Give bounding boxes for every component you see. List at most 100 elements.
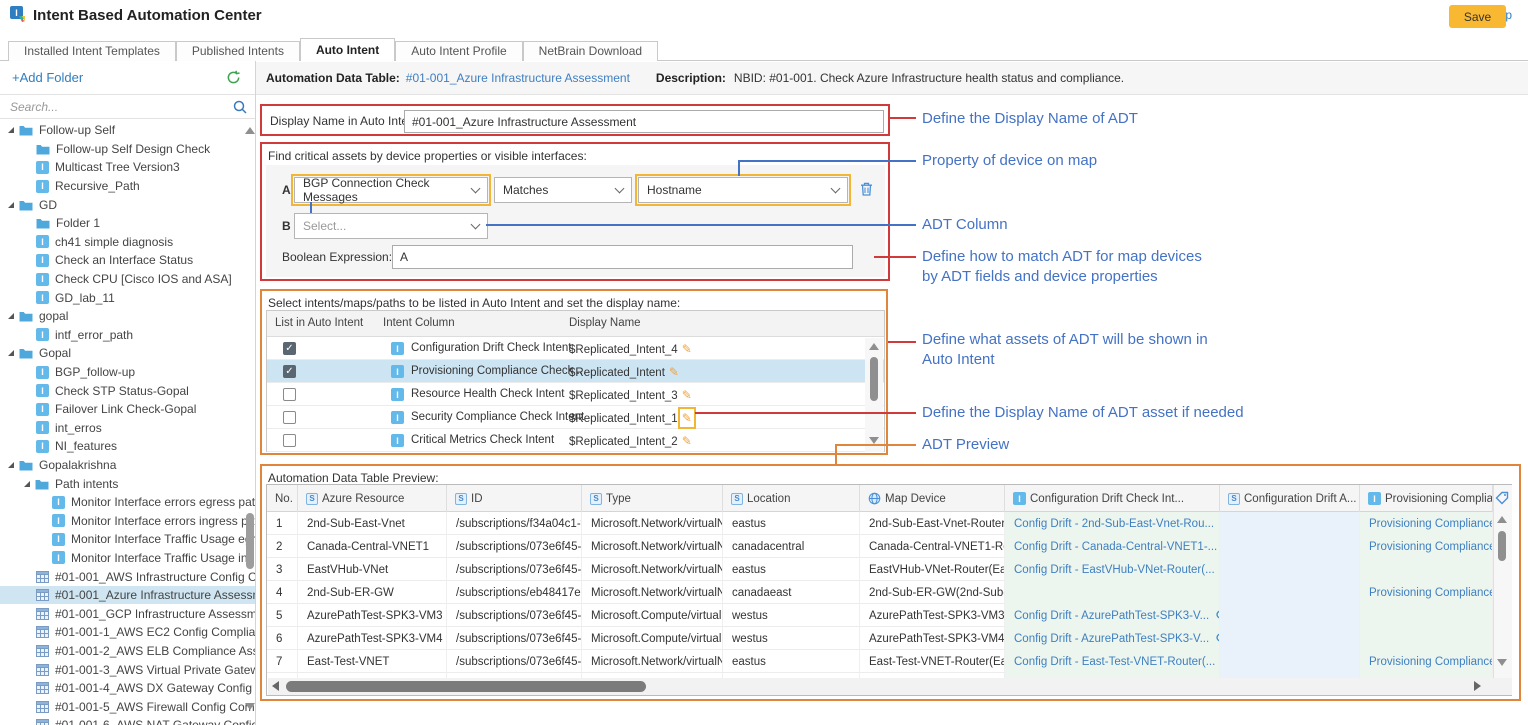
expanded-arrow-icon[interactable] — [8, 313, 14, 319]
search-input[interactable] — [0, 95, 225, 118]
intent-row[interactable]: ✓IProvisioning Compliance Check ...$Repl… — [267, 360, 884, 383]
tree-item[interactable]: IGD_lab_11 — [0, 288, 255, 307]
config-drift-link[interactable]: Config Drift - EastVHub-VNet-Router(... — [1014, 564, 1215, 576]
tree-item[interactable]: IMonitor Interface Traffic Usage ingress… — [0, 549, 255, 568]
config-drift-link[interactable]: Config Drift - East-Test-VNET-Router(... — [1014, 656, 1215, 668]
adt-name-link[interactable]: #01-001_Azure Infrastructure Assessment — [406, 71, 630, 85]
list-in-auto-intent-checkbox[interactable]: ✓ — [283, 365, 296, 378]
display-name-input[interactable] — [404, 110, 884, 133]
preview-column-header[interactable]: SID — [447, 485, 582, 512]
tree-item[interactable]: ICheck an Interface Status — [0, 251, 255, 270]
provisioning-compliance-link[interactable]: Provisioning Compliance - 2nd-Sub — [1369, 587, 1493, 599]
tab-auto-intent[interactable]: Auto Intent — [300, 38, 395, 61]
tree-item[interactable]: #01-001-6_AWS NAT Gateway Config Compl..… — [0, 716, 255, 725]
tab-auto-intent-profile[interactable]: Auto Intent Profile — [395, 41, 522, 61]
preview-scrollbar-left[interactable] — [272, 681, 279, 691]
search-icon[interactable] — [233, 100, 247, 117]
config-drift-link[interactable]: Config Drift - AzurePathTest-SPK3-V... — [1014, 610, 1209, 622]
refresh-icon[interactable] — [226, 70, 241, 88]
expanded-arrow-icon[interactable] — [8, 462, 14, 468]
preview-scrollbar-thumb[interactable] — [1498, 531, 1506, 561]
provisioning-compliance-link[interactable]: Provisioning Compliance - East-Test — [1369, 656, 1493, 668]
tree-item[interactable]: IMonitor Interface errors egress path — [0, 493, 255, 512]
config-drift-link[interactable]: Config Drift - 2nd-Sub-East-Vnet-Rou... — [1014, 518, 1214, 530]
add-folder-button[interactable]: +Add Folder — [12, 70, 83, 85]
tab-installed-intent-templates[interactable]: Installed Intent Templates — [8, 41, 176, 61]
tree-item[interactable]: Ich41 simple diagnosis — [0, 233, 255, 252]
list-in-auto-intent-checkbox[interactable] — [283, 411, 296, 424]
preview-column-header[interactable]: Map Device — [860, 485, 1005, 512]
edit-pencil-icon[interactable]: ✎ — [682, 434, 692, 448]
device-property-select[interactable]: Hostname — [638, 177, 848, 203]
expanded-arrow-icon[interactable] — [24, 481, 30, 487]
list-in-auto-intent-checkbox[interactable]: ✓ — [283, 342, 296, 355]
tree-item[interactable]: Follow-up Self Design Check — [0, 140, 255, 159]
sidebar-scrollbar-thumb[interactable] — [246, 513, 254, 569]
tree-item[interactable]: IFailover Link Check-Gopal — [0, 400, 255, 419]
tag-icon[interactable] — [1495, 491, 1509, 508]
tree-item[interactable]: Path intents — [0, 474, 255, 493]
tree-item[interactable]: INI_features — [0, 437, 255, 456]
tree-item[interactable]: #01-001-1_AWS EC2 Config Compliance Ass.… — [0, 623, 255, 642]
intent-scrollbar-down[interactable] — [869, 437, 879, 444]
intent-row[interactable]: IResource Health Check Intent$Replicated… — [267, 383, 884, 406]
tree-item[interactable]: #01-001_GCP Infrastructure Assessment — [0, 604, 255, 623]
tree-item[interactable]: Folder 1 — [0, 214, 255, 233]
edit-pencil-icon[interactable]: ✎ — [682, 342, 692, 356]
tree-item[interactable]: #01-001-5_AWS Firewall Config Compliance… — [0, 697, 255, 716]
intent-row[interactable]: ✓IConfiguration Drift Check Intent$Repli… — [267, 337, 884, 360]
tree-item[interactable]: IRecursive_Path — [0, 177, 255, 196]
provisioning-compliance-link[interactable]: Provisioning Compliance - Canada- — [1369, 541, 1493, 553]
tree-item[interactable]: Iintf_error_path — [0, 326, 255, 345]
tree-item[interactable]: #01-001_AWS Infrastructure Config Compli… — [0, 567, 255, 586]
preview-column-header[interactable]: No. — [267, 485, 298, 512]
tree-item[interactable]: IMonitor Interface errors ingress path — [0, 511, 255, 530]
edit-pencil-icon[interactable]: ✎ — [682, 388, 692, 402]
tree-item[interactable]: #01-001-2_AWS ELB Compliance Assessment — [0, 642, 255, 661]
save-button[interactable]: Save — [1449, 5, 1506, 28]
config-drift-link[interactable]: Config Drift - AzurePathTest-SPK3-V... — [1014, 633, 1209, 645]
tree-item[interactable]: IMulticast Tree Version3 — [0, 158, 255, 177]
sidebar-scrollbar-up[interactable] — [245, 127, 255, 134]
intent-row[interactable]: ISecurity Compliance Check Intent$Replic… — [267, 406, 884, 429]
preview-scrollbar-down[interactable] — [1497, 659, 1507, 666]
tree-item[interactable]: IMonitor Interface Traffic Usage egress … — [0, 530, 255, 549]
expanded-arrow-icon[interactable] — [8, 202, 14, 208]
preview-column-header[interactable]: IConfiguration Drift Check Int... — [1005, 485, 1220, 512]
sidebar-scrollbar-down[interactable] — [245, 703, 255, 710]
list-in-auto-intent-checkbox[interactable] — [283, 388, 296, 401]
tab-published-intents[interactable]: Published Intents — [176, 41, 300, 61]
adt-column-select[interactable]: BGP Connection Check Messages — [294, 177, 488, 203]
tree-item[interactable]: Follow-up Self — [0, 121, 255, 140]
delete-condition-icon[interactable] — [860, 182, 873, 199]
tree-item[interactable]: ICheck CPU [Cisco IOS and ASA] — [0, 270, 255, 289]
tree-item[interactable]: gopal — [0, 307, 255, 326]
preview-column-header[interactable]: SType — [582, 485, 723, 512]
tree-item[interactable]: #01-001-4_AWS DX Gateway Config Compli..… — [0, 679, 255, 698]
config-drift-link[interactable]: Config Drift - Canada-Central-VNET1-... — [1014, 541, 1217, 553]
tree-item[interactable]: Iint_erros — [0, 419, 255, 438]
intent-row[interactable]: ICritical Metrics Check Intent$Replicate… — [267, 429, 884, 452]
provisioning-compliance-link[interactable]: Provisioning Compliance - 2nd-Sub — [1369, 518, 1493, 530]
operator-select[interactable]: Matches — [494, 177, 632, 203]
tree-item[interactable]: ICheck STP Status-Gopal — [0, 381, 255, 400]
edit-pencil-icon[interactable]: ✎ — [669, 365, 679, 379]
tree-item[interactable]: Gopalakrishna — [0, 456, 255, 475]
intent-scrollbar-thumb[interactable] — [870, 357, 878, 401]
preview-column-header[interactable]: SLocation — [723, 485, 860, 512]
list-in-auto-intent-checkbox[interactable] — [283, 434, 296, 447]
row-b-select[interactable]: Select... — [294, 213, 488, 239]
boolean-expression-input[interactable] — [392, 245, 853, 269]
preview-scrollbar-up[interactable] — [1497, 516, 1507, 523]
preview-column-header[interactable]: SConfiguration Drift A... — [1220, 485, 1360, 512]
tree-item[interactable]: GD — [0, 195, 255, 214]
preview-scrollbar-right[interactable] — [1474, 681, 1481, 691]
preview-column-header[interactable]: IProvisioning Compliance ... — [1360, 485, 1493, 512]
edit-pencil-icon[interactable]: ✎ — [682, 411, 692, 425]
preview-column-header[interactable]: SAzure Resource — [298, 485, 447, 512]
tree-item[interactable]: Gopal — [0, 344, 255, 363]
tab-netbrain-download[interactable]: NetBrain Download — [523, 41, 658, 61]
tree-item[interactable]: IBGP_follow-up — [0, 363, 255, 382]
expanded-arrow-icon[interactable] — [8, 350, 14, 356]
preview-hscrollbar-thumb[interactable] — [286, 681, 646, 692]
